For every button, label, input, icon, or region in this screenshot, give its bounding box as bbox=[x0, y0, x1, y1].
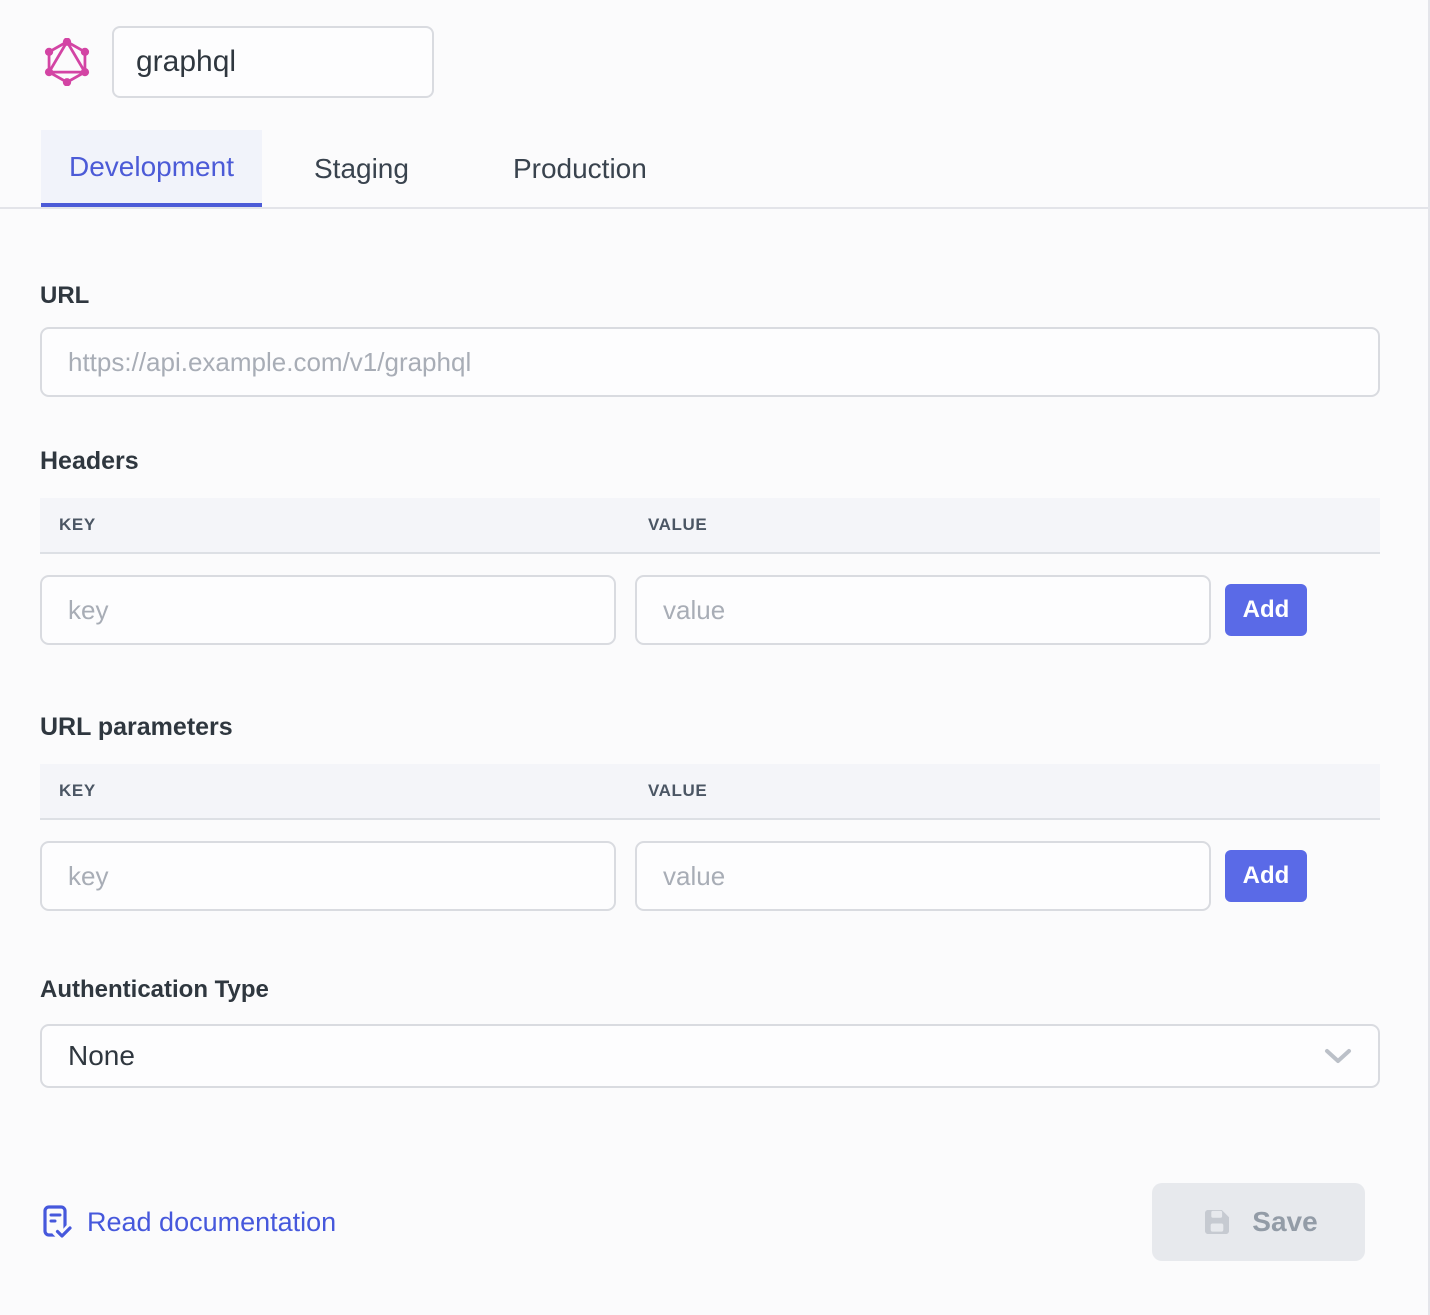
authentication-type-select[interactable]: None bbox=[40, 1024, 1380, 1088]
url-parameters-add-button[interactable]: Add bbox=[1225, 850, 1307, 902]
authentication-type-selected-value: None bbox=[68, 1040, 135, 1072]
headers-table-header: KEY VALUE bbox=[40, 498, 1380, 554]
url-parameters-input-row: Add bbox=[40, 841, 1380, 911]
url-parameters-table-header: KEY VALUE bbox=[40, 764, 1380, 820]
url-parameters-key-column-header: KEY bbox=[40, 781, 635, 801]
read-documentation-link[interactable]: Read documentation bbox=[40, 1204, 336, 1240]
url-parameters-value-input[interactable] bbox=[635, 841, 1211, 911]
headers-key-column-header: KEY bbox=[40, 515, 635, 535]
tab-production[interactable]: Production bbox=[461, 130, 699, 207]
url-input[interactable] bbox=[40, 327, 1380, 397]
url-parameters-key-input[interactable] bbox=[40, 841, 616, 911]
url-label: URL bbox=[40, 282, 1380, 310]
save-button-label: Save bbox=[1252, 1206, 1317, 1238]
tab-staging[interactable]: Staging bbox=[262, 130, 461, 207]
url-parameters-value-column-header: VALUE bbox=[635, 781, 707, 801]
read-documentation-label: Read documentation bbox=[87, 1207, 336, 1238]
environment-tabs: Development Staging Production bbox=[0, 130, 1428, 209]
url-parameters-section-title: URL parameters bbox=[40, 713, 1380, 742]
datasource-form: URL Headers KEY VALUE Add URL parameters… bbox=[0, 282, 1428, 1261]
save-icon bbox=[1199, 1204, 1235, 1240]
headers-key-input[interactable] bbox=[40, 575, 616, 645]
authentication-type-label: Authentication Type bbox=[40, 976, 1380, 1004]
headers-add-button[interactable]: Add bbox=[1225, 584, 1307, 636]
document-check-icon bbox=[40, 1204, 74, 1240]
chevron-down-icon bbox=[1324, 1048, 1352, 1064]
headers-value-input[interactable] bbox=[635, 575, 1211, 645]
graphql-logo-icon bbox=[44, 38, 90, 86]
headers-value-column-header: VALUE bbox=[635, 515, 707, 535]
save-button[interactable]: Save bbox=[1152, 1183, 1365, 1261]
form-footer: Read documentation Save bbox=[40, 1183, 1380, 1261]
tab-development[interactable]: Development bbox=[41, 130, 262, 207]
graphql-datasource-config-page: Development Staging Production URL Heade… bbox=[0, 0, 1430, 1315]
datasource-name-input[interactable] bbox=[112, 26, 434, 98]
headers-section-title: Headers bbox=[40, 447, 1380, 476]
headers-input-row: Add bbox=[40, 575, 1380, 645]
datasource-name-row bbox=[0, 0, 1428, 98]
